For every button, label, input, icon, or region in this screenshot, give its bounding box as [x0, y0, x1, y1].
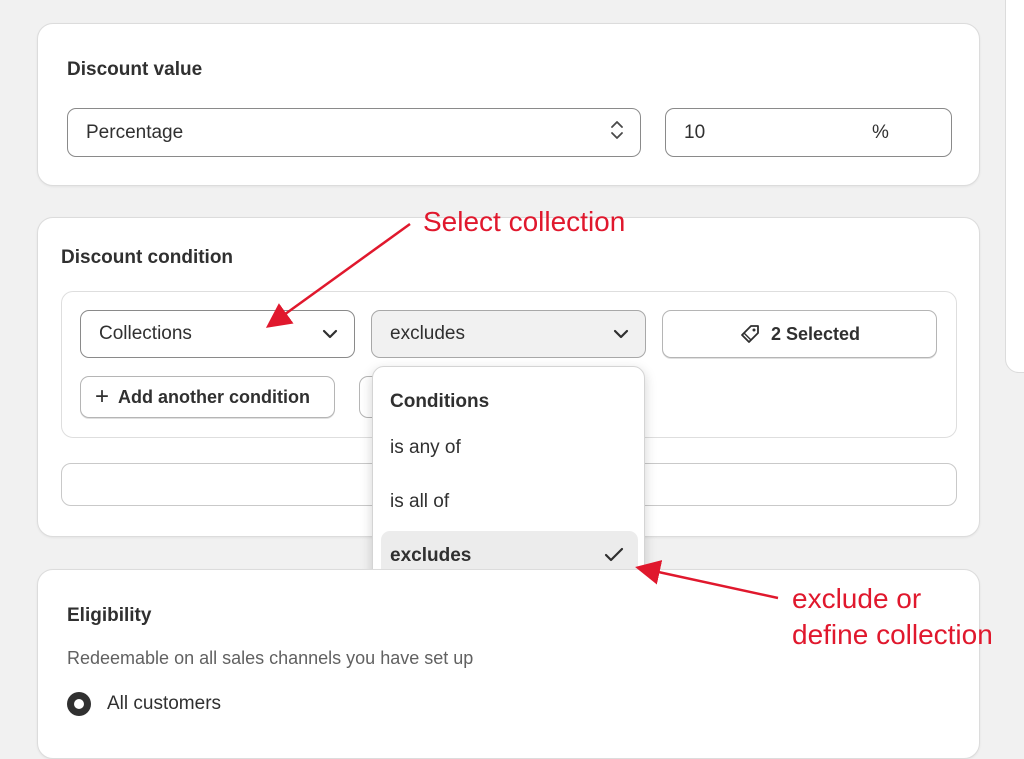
select-updown-icon: [610, 120, 624, 146]
side-panel: [1005, 0, 1024, 373]
discount-value-card: Discount value Percentage 10 %: [37, 23, 980, 186]
selected-collections-button[interactable]: 2 Selected: [662, 310, 937, 358]
eligibility-title: Eligibility: [67, 605, 152, 626]
selected-count-label: 2 Selected: [770, 323, 861, 344]
option-is-all-of[interactable]: is all of: [390, 491, 449, 513]
add-condition-button[interactable]: + Add another condition: [80, 376, 335, 418]
condition-operator-value: excludes: [390, 323, 465, 344]
add-condition-label: Add another condition: [118, 386, 310, 407]
eligibility-description: Redeemable on all sales channels you hav…: [67, 648, 474, 668]
all-customers-label: All customers: [107, 693, 222, 714]
annotation-exclude-line2: define collection: [792, 619, 993, 650]
conditions-header: Conditions: [390, 391, 490, 412]
chevron-down-icon: [613, 323, 629, 345]
annotation-exclude-line1: exclude or: [792, 583, 922, 614]
radio-selected-icon: [67, 692, 91, 716]
option-is-any-of[interactable]: is any of: [390, 437, 461, 459]
discount-type-value: Percentage: [86, 121, 184, 143]
plus-icon: +: [95, 383, 110, 410]
discount-condition-title: Discount condition: [61, 247, 234, 268]
option-excludes-label: excludes: [390, 545, 472, 566]
annotation-select-collection: Select collection: [423, 206, 626, 237]
conditions-dropdown: Conditions is any of is all of excludes: [372, 366, 645, 586]
tag-icon: [739, 323, 761, 345]
condition-operator-select[interactable]: excludes: [371, 310, 646, 358]
discount-value-title: Discount value: [67, 59, 203, 80]
condition-target-value: Collections: [99, 323, 192, 344]
checkmark-icon: [604, 547, 624, 568]
chevron-down-icon: [322, 323, 338, 345]
all-customers-radio[interactable]: All customers: [67, 692, 221, 716]
discount-type-select[interactable]: Percentage: [67, 108, 641, 157]
condition-target-select[interactable]: Collections: [80, 310, 355, 358]
discount-amount-input[interactable]: 10 %: [665, 108, 952, 157]
discount-amount-value: 10: [684, 121, 706, 143]
percent-suffix: %: [872, 122, 889, 143]
